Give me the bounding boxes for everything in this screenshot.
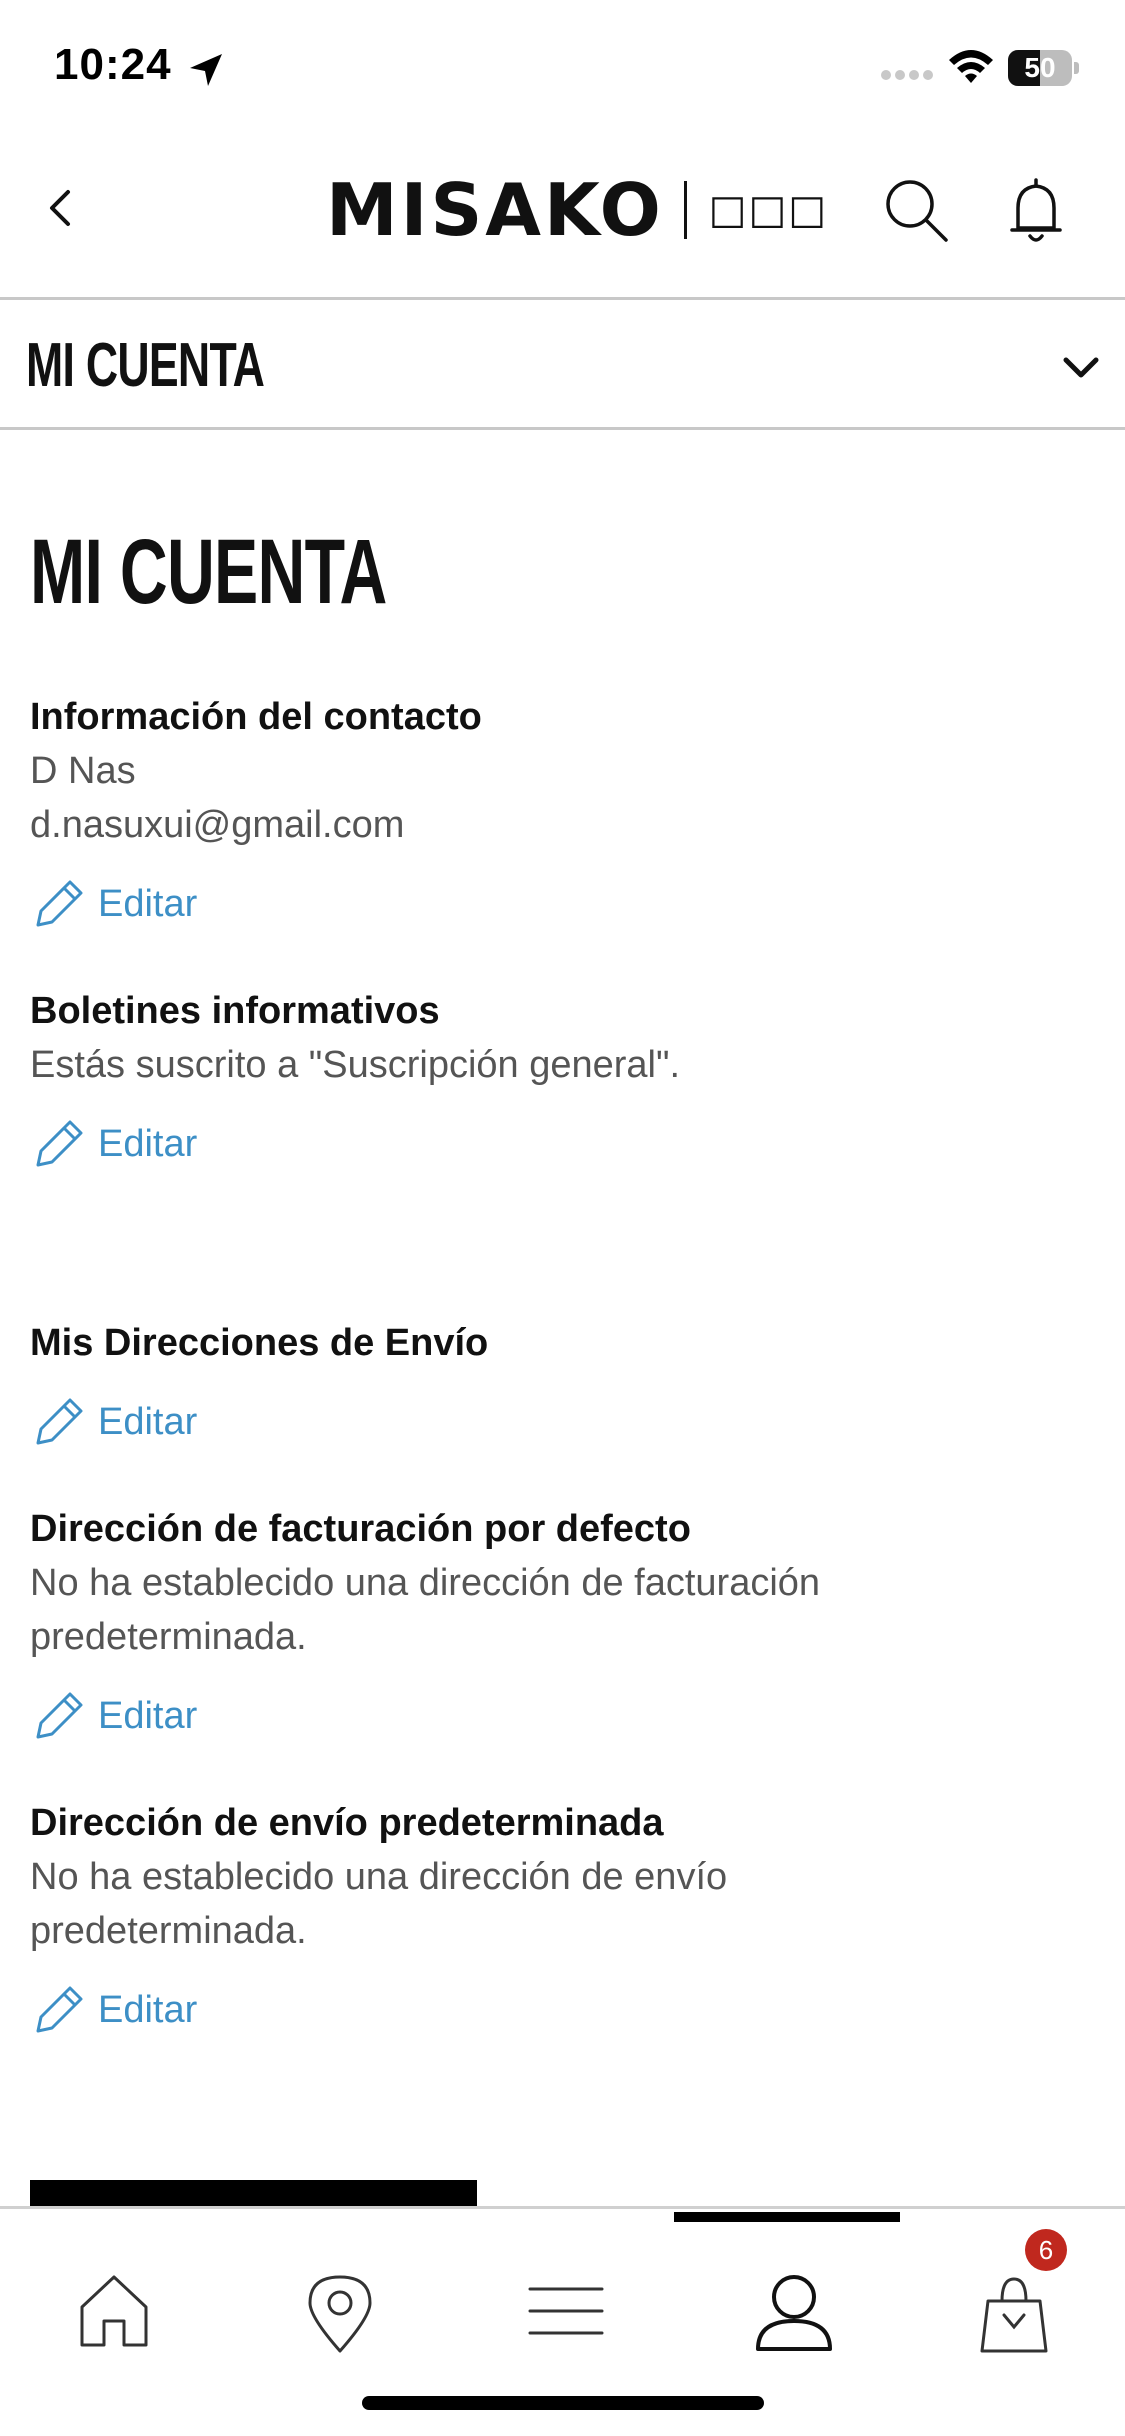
pencil-icon	[36, 1986, 83, 2033]
edit-label: Editar	[98, 1401, 198, 1443]
account-icon	[756, 2275, 832, 2351]
cellular-signal-icon	[881, 70, 933, 80]
section-title: Dirección de facturación por defecto	[30, 1508, 691, 1550]
tab-menu[interactable]	[504, 2259, 624, 2369]
page-title: MI CUENTA	[30, 521, 387, 623]
contact-name: D Nas	[30, 750, 136, 792]
shipping-status: No ha establecido una dirección de envío…	[30, 1856, 728, 1952]
section-title: Dirección de envío predeterminada	[30, 1802, 664, 1844]
wifi-icon	[949, 50, 993, 83]
menu-icon	[528, 2287, 604, 2335]
default-billing-section: Dirección de facturación por defecto No …	[30, 1502, 1090, 1746]
shipping-addresses-section: Mis Direcciones de Envío Editar	[30, 1316, 1090, 1452]
partially-visible-button[interactable]	[30, 2180, 477, 2206]
tab-home[interactable]	[54, 2259, 174, 2369]
logo-subtext: □□□	[708, 187, 829, 233]
edit-billing-link[interactable]: Editar	[30, 1686, 1090, 1746]
logo-text: MISAKO	[326, 168, 664, 252]
shopping-bag-icon	[980, 2277, 1048, 2353]
cart-count-badge: 6	[1025, 2229, 1067, 2271]
tab-store-locator[interactable]	[280, 2259, 400, 2369]
edit-default-shipping-link[interactable]: Editar	[30, 1980, 1090, 2040]
default-shipping-section: Dirección de envío predeterminada No ha …	[30, 1796, 1090, 2040]
edit-contact-link[interactable]: Editar	[30, 874, 1090, 934]
search-icon[interactable]	[882, 176, 952, 246]
battery-level: 50	[1024, 52, 1056, 83]
pencil-icon	[36, 880, 83, 927]
pencil-icon	[36, 1398, 83, 1445]
edit-newsletters-link[interactable]: Editar	[30, 1114, 1090, 1174]
edit-label: Editar	[98, 1695, 198, 1737]
edit-label: Editar	[98, 1123, 198, 1165]
battery-indicator: 50	[1008, 50, 1079, 86]
tab-account[interactable]	[730, 2259, 850, 2369]
back-arrow-icon[interactable]	[40, 186, 84, 230]
section-title: Mis Direcciones de Envío	[30, 1322, 489, 1364]
location-arrow-icon	[190, 54, 222, 86]
home-indicator	[362, 2396, 764, 2410]
newsletters-section: Boletines informativos Estás suscrito a …	[30, 984, 1090, 1174]
pencil-icon	[36, 1120, 83, 1167]
home-icon	[80, 2275, 148, 2347]
tab-cart[interactable]	[952, 2259, 1072, 2369]
contact-email: d.nasuxui@gmail.com	[30, 804, 405, 846]
edit-label: Editar	[98, 883, 198, 925]
edit-shipping-addresses-link[interactable]: Editar	[30, 1392, 1090, 1452]
edit-label: Editar	[98, 1989, 198, 2031]
status-bar: 10:24 50	[0, 0, 1125, 135]
section-title: Información del contacto	[30, 696, 482, 738]
status-time: 10:24	[54, 40, 172, 89]
account-menu-label: MI CUENTA	[26, 331, 265, 400]
newsletter-status: Estás suscrito a "Suscripción general".	[30, 1044, 681, 1086]
billing-status: No ha establecido una dirección de factu…	[30, 1562, 821, 1658]
location-pin-icon	[308, 2275, 372, 2353]
app-header: MISAKO □□□	[0, 140, 1125, 300]
logo-divider	[683, 181, 687, 239]
section-title: Boletines informativos	[30, 990, 440, 1032]
active-tab-indicator	[674, 2212, 900, 2222]
contact-info-section: Información del contacto D Nas d.nasuxui…	[30, 690, 1090, 934]
notification-bell-icon[interactable]	[1006, 174, 1066, 248]
pencil-icon	[36, 1692, 83, 1739]
account-menu-dropdown[interactable]: MI CUENTA	[0, 302, 1125, 430]
chevron-down-icon	[1063, 357, 1099, 378]
brand-logo[interactable]: MISAKO □□□	[326, 168, 829, 252]
